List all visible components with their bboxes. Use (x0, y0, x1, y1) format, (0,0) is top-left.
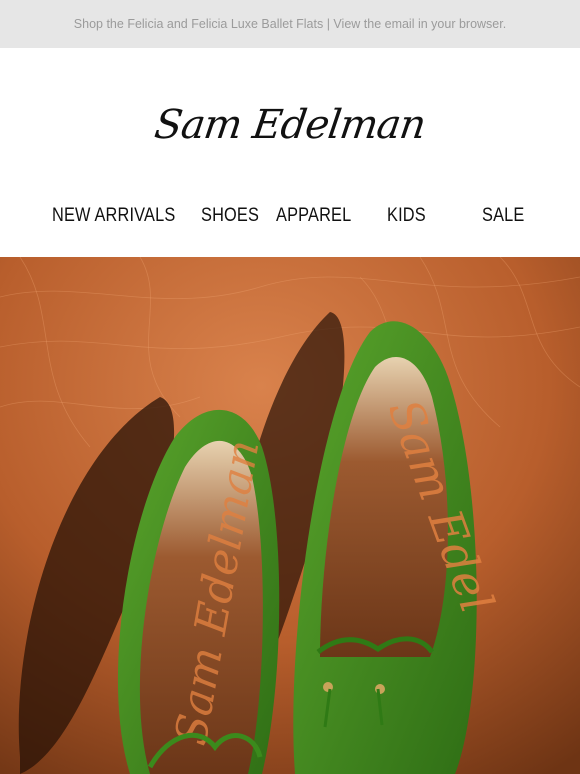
nav-item-shoes[interactable]: SHOES (201, 205, 259, 227)
preheader-bar: Shop the Felicia and Felicia Luxe Ballet… (0, 0, 580, 48)
main-nav: NEW ARRIVALS SHOES APPAREL KIDS SALE (0, 193, 580, 257)
nav-item-apparel[interactable]: APPAREL (276, 205, 351, 227)
hero-image[interactable]: Sam Edelman Sam Edel (0, 257, 580, 774)
nav-item-new-arrivals[interactable]: NEW ARRIVALS (52, 205, 175, 227)
nav-item-sale[interactable]: SALE (482, 205, 524, 227)
logo-area: Sam Edelman (0, 48, 580, 193)
hero-illustration: Sam Edelman Sam Edel (0, 257, 580, 774)
nav-item-kids[interactable]: KIDS (387, 205, 426, 227)
brand-logo[interactable]: Sam Edelman (152, 102, 428, 148)
preheader-text[interactable]: Shop the Felicia and Felicia Luxe Ballet… (74, 17, 506, 31)
